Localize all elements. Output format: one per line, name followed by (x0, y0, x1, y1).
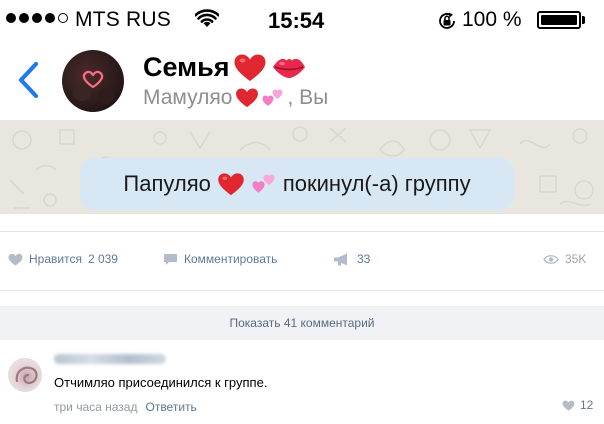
group-members: Мамуляо , Вы (143, 86, 328, 110)
group-title: Семья (143, 52, 307, 83)
kiss-lips-icon (273, 58, 306, 78)
show-comments-button[interactable]: Показать 41 комментарий (0, 306, 604, 340)
like-button[interactable]: Нравится 2 039 (8, 252, 118, 266)
heart-icon (562, 400, 575, 411)
group-title-text: Семья (143, 52, 230, 82)
red-heart-icon (236, 88, 259, 108)
divider (0, 290, 604, 291)
comment-avatar[interactable] (8, 358, 42, 392)
comment-like-button[interactable]: 12 (562, 398, 593, 412)
system-message-text: покинул(-а) группу (282, 171, 471, 196)
show-comments-label: Показать 41 комментарий (229, 316, 375, 330)
like-count: 2 039 (87, 252, 118, 266)
like-label: Нравится (29, 252, 82, 266)
status-time: 15:54 (268, 8, 325, 33)
comment-item: Отчимляо присоединился к группе. три час… (0, 348, 604, 424)
chat-background: Папуляо покинул(-а) группу (0, 120, 604, 214)
comment-like-count: 12 (580, 398, 594, 412)
comment-text: Отчимляо присоединился к группе. (54, 375, 268, 390)
signal-strength-icon (6, 13, 68, 23)
left-member-name: Папуляо (123, 171, 211, 196)
reply-link[interactable]: Ответить (145, 400, 196, 414)
share-count: 33 (357, 252, 371, 266)
group-avatar[interactable] (62, 50, 124, 112)
comment-time: три часа назад (54, 400, 138, 414)
comment-icon (164, 253, 177, 265)
eye-icon (543, 254, 559, 264)
comment-author-blurred[interactable] (54, 354, 166, 364)
members-suffix: , Вы (287, 86, 329, 109)
comment-meta: три часа назад Ответить (54, 400, 197, 414)
chat-header: Семья Мамуляо , Вы (0, 42, 604, 120)
wifi-icon (194, 9, 220, 34)
megaphone-icon (334, 253, 347, 265)
neon-heart-icon (73, 70, 114, 104)
post-actions: Нравится 2 039 Комментировать 33 35K (0, 244, 604, 276)
red-heart-icon (218, 172, 244, 195)
divider (0, 231, 604, 232)
status-bar: MTS RUS 15:54 100 % (0, 0, 604, 42)
comment-label: Комментировать (184, 252, 278, 266)
carrier-name: MTS RUS (75, 8, 171, 31)
views-counter: 35K (543, 252, 586, 266)
back-chevron-icon[interactable] (14, 60, 44, 100)
share-button[interactable]: 33 (333, 252, 370, 266)
heart-icon (8, 253, 23, 265)
views-count: 35K (565, 252, 587, 266)
system-message-bubble: Папуляо покинул(-а) группу (80, 158, 514, 210)
battery-percentage: 100 % (462, 8, 522, 31)
battery-icon (537, 11, 581, 29)
two-pink-hearts-icon (252, 174, 275, 193)
swirl-avatar-icon (15, 366, 38, 385)
red-heart-icon (234, 54, 266, 81)
member-name: Мамуляо (143, 86, 233, 109)
battery-tip (582, 16, 585, 24)
orientation-lock-icon (436, 10, 458, 37)
two-pink-hearts-icon (262, 89, 283, 106)
comment-button[interactable]: Комментировать (163, 252, 277, 266)
